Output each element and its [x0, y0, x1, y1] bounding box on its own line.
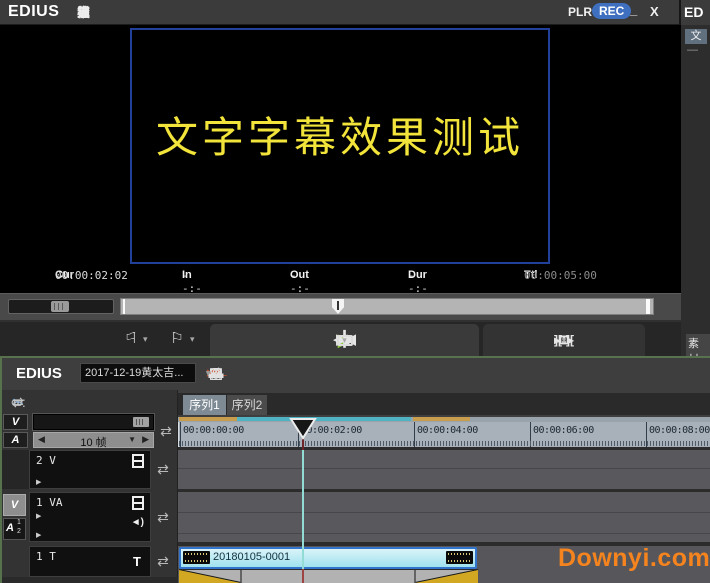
video-mute-button[interactable]: V [3, 414, 28, 430]
track-label: 1 T [36, 550, 56, 563]
audio-mute-button[interactable]: A [3, 432, 28, 448]
ruler-label: 00:00:08:00 [649, 425, 710, 436]
ruler-label: 00:00:04:00 [417, 425, 478, 436]
track-label: 2 V [36, 454, 56, 467]
tab-sequence1[interactable]: 序列1 [183, 395, 226, 415]
edit-point-group: ][← →][ ▸T▸ ▾ ⊡ ▾ [483, 324, 645, 356]
snap-mode-icon[interactable]: ⊂: [6, 394, 30, 411]
plr-button[interactable]: PLR [568, 5, 592, 19]
timeline-playhead-handle[interactable] [289, 417, 317, 440]
va-audio-letter: A [6, 522, 14, 534]
position-playhead[interactable] [332, 299, 344, 314]
ruler-label: 00:00:06:00 [533, 425, 594, 436]
edius-application: EDIUS 文件 编辑 视图 素材 标记 模式 采集 渲染 工具 设置 帮助 P… [0, 0, 710, 583]
track-lane-1va [178, 492, 710, 542]
window-edge-top [0, 356, 710, 358]
timeline-clip[interactable]: 20180105-0001 [179, 547, 477, 569]
export-dropdown[interactable]: ▾ [562, 325, 567, 355]
tab-sequence2[interactable]: 序列2 [227, 395, 267, 415]
track-head[interactable]: 1 VA ▶ ◄) ▶ [29, 492, 151, 542]
bin-window-edge: ED 文 — 素材 [679, 0, 710, 358]
timecode-value: 00:00:02:02 [55, 269, 128, 282]
shuttle-thumb[interactable] [51, 301, 69, 312]
scrubber-row [0, 293, 681, 320]
zoom-slider-thumb[interactable] [133, 417, 149, 427]
position-end-mark [646, 299, 650, 314]
timeline-logo: EDIUS [16, 365, 62, 382]
clip-thumbnail-left [183, 551, 210, 564]
menu-bar: EDIUS 文件 编辑 视图 素材 标记 模式 采集 渲染 工具 设置 帮助 P… [0, 0, 681, 25]
bin-menu-file[interactable]: 文 [685, 29, 707, 44]
subtitle-text: 文字字幕效果测试 [132, 104, 548, 165]
sequence-tab-row: 序列1 序列2 [178, 393, 710, 415]
sync-lock-icon[interactable]: ⇄ [151, 546, 175, 577]
va-audio-ch1: 1 [17, 519, 21, 526]
expand-track-icon[interactable]: ▶ [36, 478, 41, 486]
track-header-1va[interactable]: V A 1 2 1 VA ▶ ◄) ▶ ⇄ [0, 492, 178, 542]
va-audio-ch2: 2 [17, 528, 21, 535]
window-edge-left [0, 356, 2, 583]
video-track-icon [132, 496, 144, 510]
video-track-icon [132, 454, 144, 468]
ruler-label: 00:00:00:00 [183, 425, 244, 436]
clip-name: 20180105-0001 [213, 551, 290, 563]
playhead-line [302, 569, 304, 583]
track-panel-bottom [0, 577, 178, 583]
app-logo: EDIUS [8, 3, 59, 21]
transport-bar: ⚐ ▾ ⚐ ▾ □ ◀◀ ◀▏ ▶ ▕▶ ▶▶ ▾ ][← →][ ▸T▸ ▾ … [0, 320, 681, 356]
rec-button[interactable]: REC [592, 3, 631, 19]
playback-group: □ ◀◀ ◀▏ ▶ ▕▶ ▶▶ ▾ [210, 324, 479, 356]
render-bar-teal [237, 417, 411, 421]
expand-track-icon[interactable]: ▶ [36, 512, 41, 520]
title-safe-area: 文字字幕效果测试 [130, 28, 550, 264]
timeline-window: EDIUS 2017-12-19黄太吉... ▢ ▾ ⇰ ▾ ▦ ▾ ✂ ⧉ ▤… [0, 356, 710, 583]
preview-monitor: 文字字幕效果测试 Cur 00:00:02:02 In --:--:--:-- … [0, 25, 681, 293]
va-audio-button[interactable]: A 1 2 [3, 518, 26, 540]
ruler-minor-ticks [179, 441, 710, 446]
set-in-point-button[interactable]: ⚐ [122, 324, 140, 354]
timecode-row: Cur 00:00:02:02 In --:--:--:-- Out --:--… [0, 269, 681, 285]
bin-toolbar-dash: — [687, 44, 698, 56]
frame-step-spinner[interactable]: ◀ 10 帧 ▼ ▶ [33, 432, 154, 448]
track-label: 1 VA [36, 496, 63, 509]
minimize-button[interactable]: _ [630, 2, 637, 17]
timeline-mode-dropdown[interactable]: ▾ [206, 368, 215, 379]
track-head[interactable]: 1 T T [29, 546, 151, 577]
render-bar-orange [179, 417, 237, 421]
shuttle-slider[interactable] [8, 299, 114, 314]
watermark: Downyi.com [558, 544, 710, 573]
render-bar-orange [413, 417, 470, 421]
expand-track-icon[interactable]: ▶ [36, 531, 41, 539]
track-header-2v[interactable]: 2 V ▶ ⇄ [0, 450, 178, 489]
speaker-icon[interactable]: ◄) [131, 517, 144, 528]
playhead-line [302, 450, 304, 569]
track-lane-2v [178, 450, 710, 489]
clip-mixer-area[interactable] [179, 569, 478, 583]
in-point-dropdown[interactable]: ▾ [143, 324, 148, 354]
timeline-zoom-slider[interactable] [33, 414, 154, 430]
display-mode-dropdown[interactable]: ▾ [342, 325, 347, 355]
sync-lock-icon[interactable]: ⇄ [154, 414, 178, 448]
track-gutter [2, 450, 29, 489]
position-bar[interactable] [120, 298, 654, 315]
timeline-ruler[interactable]: 00:00:00:00 00:00:02:00 00:00:04:00 00:0… [178, 422, 710, 447]
sync-lock-icon[interactable]: ⇄ [151, 492, 175, 542]
bin-title: ED [684, 4, 703, 20]
sync-lock-icon[interactable]: ⇄ [151, 450, 175, 489]
track-header-1t[interactable]: 1 T T ⇄ [0, 546, 178, 577]
close-button[interactable]: X [650, 4, 659, 19]
track-head[interactable]: 2 V ▶ [29, 450, 151, 489]
timecode-value: 00:00:05:00 [524, 269, 597, 282]
title-track-icon: T [133, 554, 141, 569]
playhead-line [302, 439, 304, 450]
set-out-point-button[interactable]: ⚐ [168, 324, 186, 354]
clip-thumbnail-right [446, 551, 473, 564]
position-start-mark [123, 299, 125, 314]
va-video-button[interactable]: V [3, 494, 26, 516]
project-name: 2017-12-19黄太吉... [80, 363, 196, 383]
step-increment[interactable]: ▶ [142, 434, 149, 445]
out-point-dropdown[interactable]: ▾ [190, 324, 195, 354]
step-dropdown[interactable]: ▼ [128, 435, 136, 444]
